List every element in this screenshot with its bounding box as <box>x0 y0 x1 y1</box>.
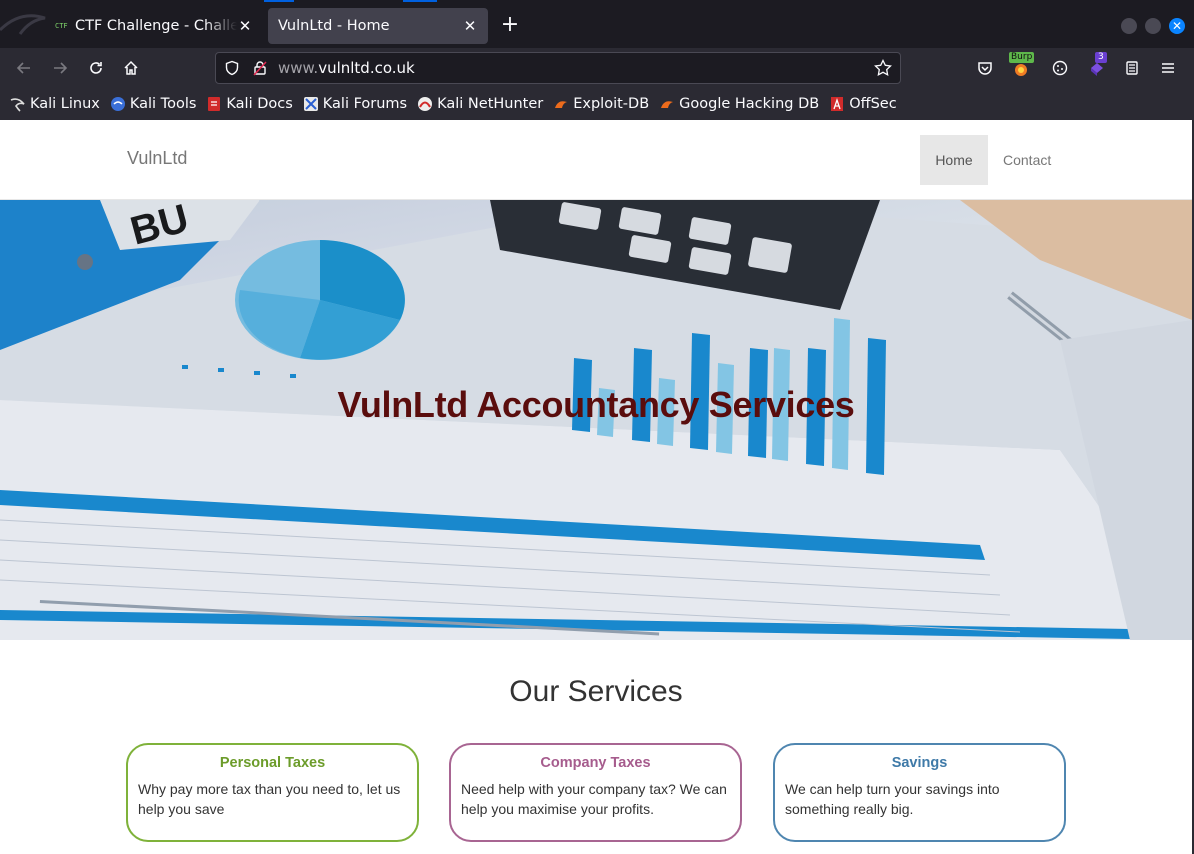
reader-icon[interactable] <box>1120 56 1144 80</box>
tab-title: VulnLtd - Home <box>278 18 390 34</box>
service-card-title: Company Taxes <box>540 755 651 771</box>
bookmark-label: Google Hacking DB <box>679 96 820 112</box>
nav-home-link[interactable]: Home <box>920 135 988 185</box>
service-card-text: Why pay more tax than you need to, let u… <box>138 781 401 817</box>
ghdb-icon <box>659 96 675 112</box>
burp-badge: Burp <box>1009 52 1035 63</box>
hero-banner: BU VulnLtd Accountancy Services <box>0 200 1192 640</box>
exploit-db-icon <box>553 96 569 112</box>
offsec-icon <box>829 96 845 112</box>
bookmark-label: Exploit-DB <box>573 96 650 112</box>
menu-icon[interactable] <box>1156 56 1180 80</box>
service-card-company-taxes: Company Taxes Need help with your compan… <box>449 743 742 842</box>
cookie-icon[interactable] <box>1048 56 1072 80</box>
ctf-favicon-icon: CTF <box>55 22 68 30</box>
service-card-personal-taxes: Personal Taxes Why pay more tax than you… <box>126 743 419 842</box>
new-tab-button[interactable]: + <box>498 14 522 38</box>
close-tab-icon[interactable]: ✕ <box>237 17 253 35</box>
url-bar[interactable]: www.vulnltd.co.uk <box>215 52 901 84</box>
tab-strip: CTF CTF Challenge - Challenge ✕ VulnLtd … <box>0 0 1194 48</box>
bookmark-star-icon[interactable] <box>874 59 892 77</box>
back-arrow-icon <box>16 62 30 74</box>
bookmark-exploit-db[interactable]: Exploit-DB <box>553 96 649 112</box>
burp-extension-icon[interactable]: Burp <box>1009 52 1035 80</box>
bookmark-kali-tools[interactable]: Kali Tools <box>110 96 197 112</box>
kali-dragon-icon <box>10 96 26 112</box>
nav-contact-link[interactable]: Contact <box>988 135 1066 185</box>
tab-indicator <box>264 0 294 2</box>
service-card-title: Savings <box>891 755 948 771</box>
navigation-toolbar: www.vulnltd.co.uk Burp 3 <box>0 48 1194 88</box>
url-text[interactable]: www.vulnltd.co.uk <box>278 59 415 77</box>
service-card-title: Personal Taxes <box>219 755 326 771</box>
tab-title: CTF Challenge - Challenge <box>75 18 237 34</box>
kali-tools-icon <box>110 96 126 112</box>
bookmark-kali-docs[interactable]: Kali Docs <box>206 96 293 112</box>
maximize-button[interactable] <box>1145 18 1161 34</box>
web-page: VulnLtd Home Contact BU VulnLtd Accounta… <box>0 120 1192 854</box>
reload-icon <box>90 62 102 74</box>
bookmark-google-hacking-db[interactable]: Google Hacking DB <box>659 96 819 112</box>
kali-forums-icon <box>303 96 319 112</box>
insecure-lock-icon[interactable] <box>252 60 268 76</box>
minimize-button[interactable] <box>1121 18 1137 34</box>
tab-ctf-challenge[interactable]: CTF CTF Challenge - Challenge ✕ <box>45 8 263 44</box>
pocket-icon[interactable] <box>973 56 997 80</box>
reload-button[interactable] <box>84 56 108 80</box>
services-heading: Our Services <box>509 675 683 708</box>
bookmark-label: Kali Docs <box>226 96 293 112</box>
home-button[interactable] <box>119 56 143 80</box>
forward-button[interactable] <box>48 56 72 80</box>
service-card-text: Need help with your company tax? We can … <box>461 781 727 817</box>
bookmark-label: OffSec <box>849 96 897 112</box>
tab-indicator <box>403 0 437 2</box>
tab-vulnltd-home[interactable]: VulnLtd - Home ✕ <box>268 8 488 44</box>
back-button[interactable] <box>12 56 36 80</box>
close-window-button[interactable]: ✕ <box>1169 18 1185 34</box>
site-brand[interactable]: VulnLtd <box>127 148 187 169</box>
service-card-savings: Savings We can help turn your savings in… <box>773 743 1066 842</box>
bookmark-label: Kali Linux <box>30 96 100 112</box>
bookmark-label: Kali NetHunter <box>437 96 544 112</box>
kali-docs-icon <box>206 96 222 112</box>
close-tab-icon[interactable]: ✕ <box>462 17 478 35</box>
extension-count-badge: 3 <box>1095 52 1107 63</box>
bookmarks-toolbar: Kali Linux Kali Tools Kali Docs Kali For… <box>0 88 1194 120</box>
site-navbar: VulnLtd Home Contact <box>0 120 1192 200</box>
service-card-text: We can help turn your savings into somet… <box>785 781 1000 817</box>
bookmark-kali-forums[interactable]: Kali Forums <box>303 96 407 112</box>
bookmark-offsec[interactable]: OffSec <box>829 96 897 112</box>
forward-arrow-icon <box>54 62 68 74</box>
bookmark-label: Kali Forums <box>322 96 408 112</box>
hero-title: VulnLtd Accountancy Services <box>337 384 855 425</box>
home-icon <box>124 60 138 75</box>
bookmark-kali-linux[interactable]: Kali Linux <box>10 96 100 112</box>
nethunter-icon <box>417 96 433 112</box>
extension-icon[interactable]: 3 <box>1085 52 1109 80</box>
bookmark-kali-nethunter[interactable]: Kali NetHunter <box>417 96 543 112</box>
bookmark-label: Kali Tools <box>129 96 197 112</box>
tracking-protection-shield-icon[interactable] <box>224 60 240 76</box>
